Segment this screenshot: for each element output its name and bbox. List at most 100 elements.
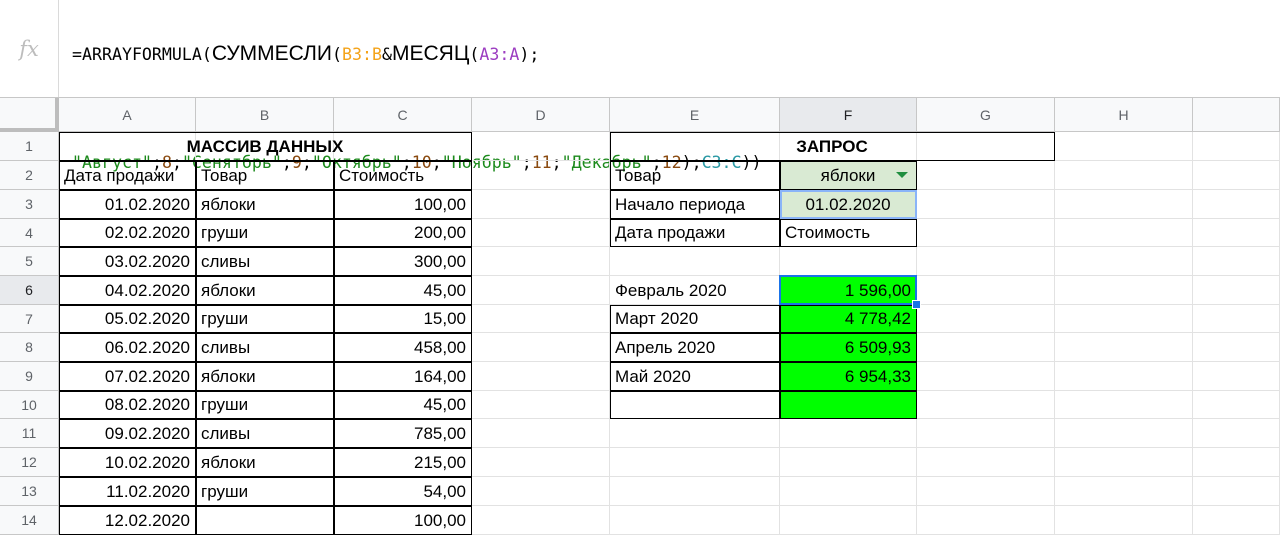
- column-header-g[interactable]: G: [917, 98, 1055, 132]
- cost-cell[interactable]: 45,00: [334, 276, 472, 305]
- product-cell[interactable]: груши: [196, 477, 334, 506]
- grid-cell[interactable]: [472, 219, 610, 247]
- sale-date-cell[interactable]: 06.02.2020: [59, 333, 196, 362]
- grid-cell[interactable]: [1193, 276, 1280, 305]
- column-header-a[interactable]: A: [59, 98, 196, 132]
- sale-date-cell[interactable]: 02.02.2020: [59, 219, 196, 247]
- grid-cell[interactable]: [610, 477, 780, 506]
- grid-cell[interactable]: [472, 333, 610, 362]
- product-cell[interactable]: [196, 506, 334, 535]
- product-cell[interactable]: груши: [196, 305, 334, 333]
- grid-cell[interactable]: [780, 419, 917, 448]
- row-header-10[interactable]: 10: [0, 391, 59, 419]
- grid-cell[interactable]: [917, 391, 1055, 419]
- sale-date-cell[interactable]: 05.02.2020: [59, 305, 196, 333]
- column-header-c[interactable]: C: [334, 98, 472, 132]
- select-all-corner[interactable]: [0, 98, 59, 132]
- result-month-cell[interactable]: Апрель 2020: [610, 333, 780, 362]
- grid-cell[interactable]: [610, 247, 780, 276]
- result-sum-cell[interactable]: 6 509,93: [780, 333, 917, 362]
- grid-cell[interactable]: [1055, 419, 1193, 448]
- grid-cell[interactable]: [917, 190, 1055, 219]
- grid-cell[interactable]: [1055, 362, 1193, 391]
- row-header-7[interactable]: 7: [0, 305, 59, 333]
- product-cell[interactable]: яблоки: [196, 190, 334, 219]
- sale-date-cell[interactable]: 08.02.2020: [59, 391, 196, 419]
- grid-cell[interactable]: [1055, 190, 1193, 219]
- grid-cell[interactable]: [1193, 448, 1280, 477]
- column-header-b[interactable]: B: [196, 98, 334, 132]
- grid-cell[interactable]: [1055, 132, 1193, 161]
- grid-cell[interactable]: [610, 448, 780, 477]
- grid-cell[interactable]: [780, 247, 917, 276]
- cost-cell[interactable]: 458,00: [334, 333, 472, 362]
- grid-cell[interactable]: [1055, 391, 1193, 419]
- grid-cell[interactable]: [472, 477, 610, 506]
- sale-date-cell[interactable]: 12.02.2020: [59, 506, 196, 535]
- row-header-11[interactable]: 11: [0, 419, 59, 448]
- cost-cell[interactable]: 45,00: [334, 391, 472, 419]
- cost-cell[interactable]: 164,00: [334, 362, 472, 391]
- cost-cell[interactable]: 54,00: [334, 477, 472, 506]
- result-sum-cell[interactable]: [780, 391, 917, 419]
- row-header-5[interactable]: 5: [0, 247, 59, 276]
- grid-cell[interactable]: [1193, 305, 1280, 333]
- row-header-9[interactable]: 9: [0, 362, 59, 391]
- start-period-label[interactable]: Начало периода: [610, 190, 780, 219]
- row-header-12[interactable]: 12: [0, 448, 59, 477]
- grid-cell[interactable]: [1193, 247, 1280, 276]
- data-block-title[interactable]: МАССИВ ДАННЫХ: [59, 132, 472, 161]
- result-month-cell[interactable]: Март 2020: [610, 305, 780, 333]
- grid-cell[interactable]: [1193, 219, 1280, 247]
- product-cell[interactable]: яблоки: [196, 448, 334, 477]
- row-header-1[interactable]: 1: [0, 132, 59, 161]
- column-header-h[interactable]: H: [1055, 98, 1193, 132]
- cost-cell[interactable]: 100,00: [334, 506, 472, 535]
- grid-cell[interactable]: [610, 419, 780, 448]
- grid-cell[interactable]: [472, 190, 610, 219]
- grid-cell[interactable]: [472, 247, 610, 276]
- grid-cell[interactable]: [917, 333, 1055, 362]
- grid-cell[interactable]: [472, 419, 610, 448]
- grid-cell[interactable]: [1055, 161, 1193, 190]
- grid-cell[interactable]: [1055, 219, 1193, 247]
- product-cell[interactable]: сливы: [196, 333, 334, 362]
- column-header-overflow[interactable]: [1193, 98, 1280, 132]
- grid-cell[interactable]: [780, 506, 917, 535]
- grid-cell[interactable]: [917, 448, 1055, 477]
- grid-cell[interactable]: [917, 419, 1055, 448]
- grid-cell[interactable]: [1193, 190, 1280, 219]
- sale-date-cell[interactable]: 11.02.2020: [59, 477, 196, 506]
- sale-date-cell[interactable]: 10.02.2020: [59, 448, 196, 477]
- data-header-0[interactable]: Дата продажи: [59, 161, 196, 190]
- grid-cell[interactable]: [917, 506, 1055, 535]
- result-sum-cell[interactable]: 6 954,33: [780, 362, 917, 391]
- grid-cell[interactable]: [917, 362, 1055, 391]
- row-header-6[interactable]: 6: [0, 276, 59, 305]
- grid-cell[interactable]: [1193, 132, 1280, 161]
- start-period-value[interactable]: 01.02.2020: [780, 190, 917, 219]
- sale-date-cell[interactable]: 04.02.2020: [59, 276, 196, 305]
- sale-date-cell[interactable]: 09.02.2020: [59, 419, 196, 448]
- grid-cell[interactable]: [472, 161, 610, 190]
- row-header-3[interactable]: 3: [0, 190, 59, 219]
- data-header-1[interactable]: Товар: [196, 161, 334, 190]
- product-cell[interactable]: сливы: [196, 419, 334, 448]
- row-header-14[interactable]: 14: [0, 506, 59, 535]
- grid-cell[interactable]: [610, 506, 780, 535]
- product-cell[interactable]: сливы: [196, 247, 334, 276]
- result-month-cell[interactable]: [610, 391, 780, 419]
- product-cell[interactable]: груши: [196, 219, 334, 247]
- grid-cell[interactable]: [1193, 391, 1280, 419]
- product-dropdown[interactable]: яблоки: [780, 161, 917, 190]
- grid-cell[interactable]: [1055, 333, 1193, 362]
- grid-cell[interactable]: [472, 132, 610, 161]
- grid-cell[interactable]: [917, 219, 1055, 247]
- cost-cell[interactable]: 300,00: [334, 247, 472, 276]
- grid-cell[interactable]: [1193, 333, 1280, 362]
- sale-date-cell[interactable]: 01.02.2020: [59, 190, 196, 219]
- grid-cell[interactable]: [472, 506, 610, 535]
- column-header-d[interactable]: D: [472, 98, 610, 132]
- grid-cell[interactable]: [1055, 448, 1193, 477]
- grid-cell[interactable]: [472, 448, 610, 477]
